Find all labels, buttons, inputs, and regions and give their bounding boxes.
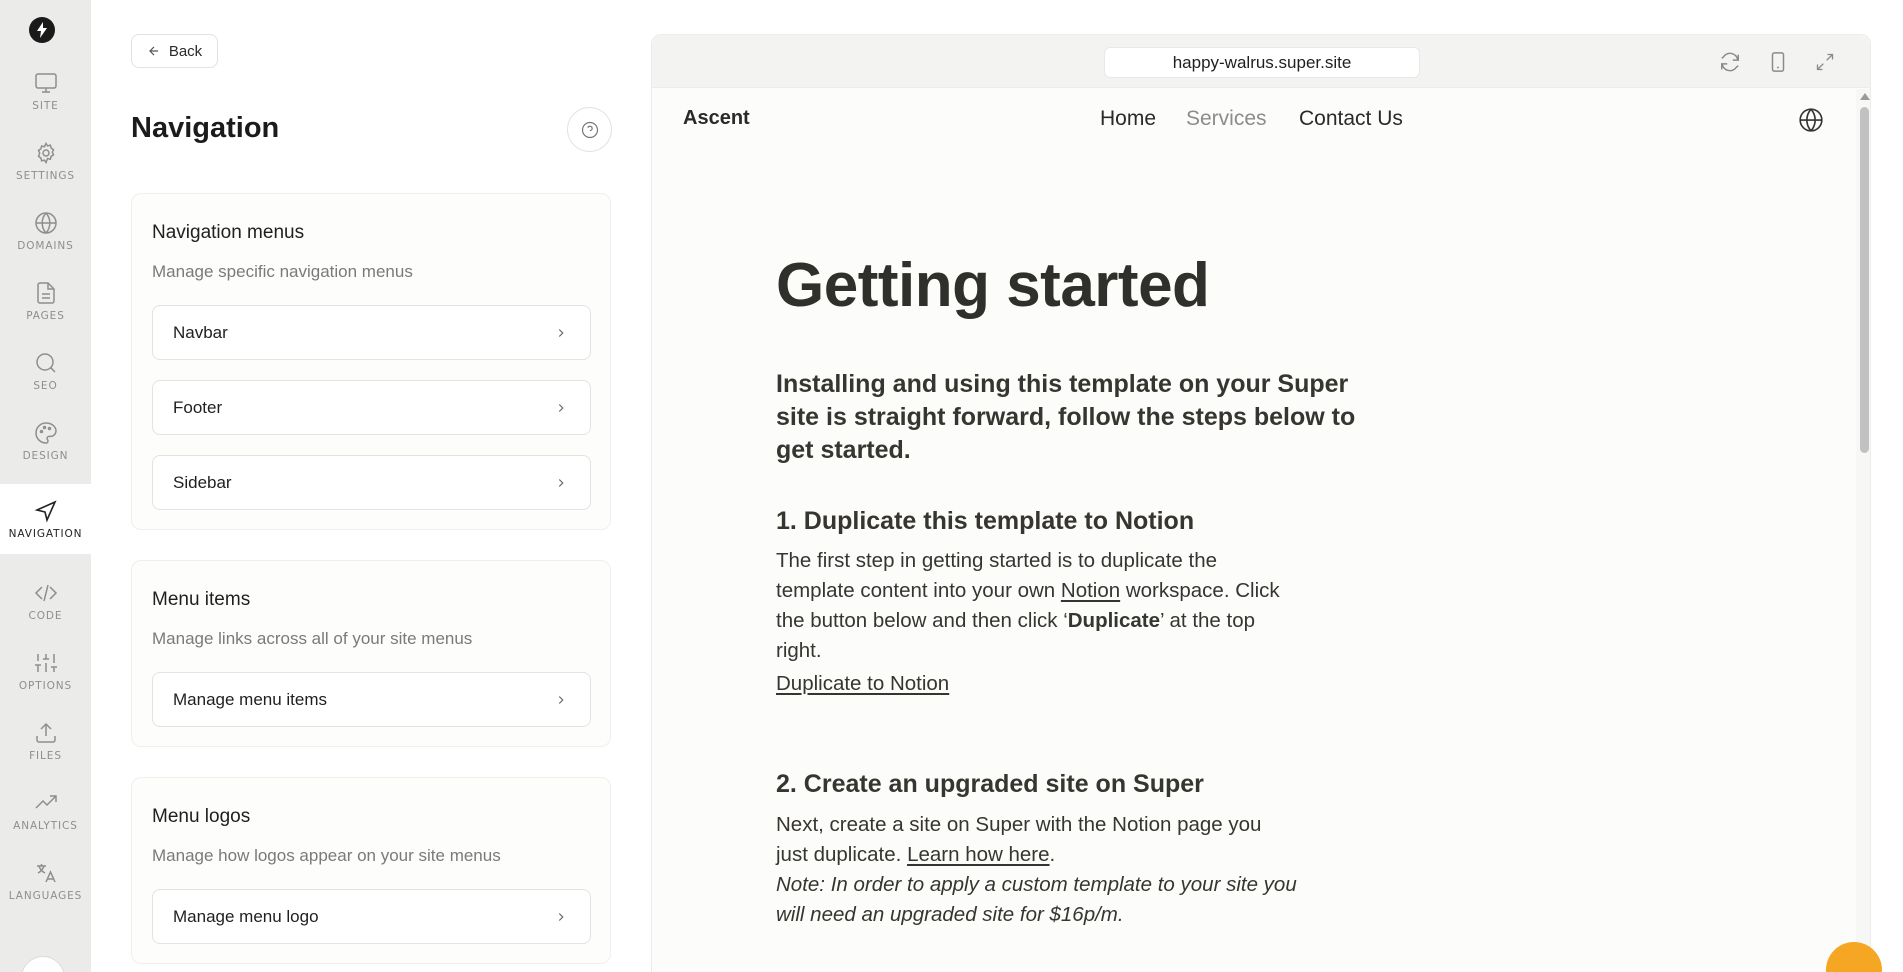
- row-label: Manage menu items: [173, 689, 328, 709]
- rail-item-site[interactable]: SITE: [0, 56, 91, 126]
- globe-icon: [34, 211, 57, 234]
- rail-item-label: ANALYTICS: [13, 819, 78, 832]
- back-button[interactable]: Back: [131, 34, 218, 68]
- nav-link-services[interactable]: Services: [1186, 107, 1267, 131]
- rail-item-options[interactable]: OPTIONS: [0, 636, 91, 706]
- rail-item-label: SITE: [32, 99, 59, 112]
- send-icon: [34, 499, 57, 522]
- card-subtitle: Manage links across all of your site men…: [152, 629, 473, 648]
- nav-link-contact[interactable]: Contact Us: [1299, 107, 1403, 131]
- refresh-icon[interactable]: [1718, 50, 1742, 74]
- rail-item-label: LANGUAGES: [8, 889, 83, 902]
- rail-item-code[interactable]: CODE: [0, 566, 91, 636]
- code-icon: [34, 584, 57, 601]
- language-globe-icon[interactable]: [1798, 107, 1824, 133]
- site-navbar: Ascent Home Services Contact Us: [652, 88, 1852, 158]
- back-label: Back: [168, 42, 203, 60]
- card-subtitle: Manage specific navigation menus: [152, 262, 413, 281]
- rail-item-domains[interactable]: DOMAINS: [0, 196, 91, 266]
- card-title: Navigation menus: [152, 222, 305, 243]
- arrow-left-icon: [148, 46, 158, 56]
- text-run: .: [1049, 843, 1056, 866]
- rail-item-label: CODE: [28, 609, 63, 622]
- navigation-panel: Back Navigation Navigation menus Manage …: [91, 0, 651, 972]
- rail-item-files[interactable]: FILES: [0, 706, 91, 776]
- scroll-up-arrow-icon[interactable]: [1860, 93, 1870, 100]
- manage-menu-items-row[interactable]: Manage menu items: [152, 672, 591, 727]
- rail-item-seo[interactable]: SEO: [0, 336, 91, 406]
- rail-item-settings[interactable]: SETTINGS: [0, 126, 91, 196]
- row-label: Manage menu logo: [173, 906, 319, 926]
- help-circle-icon: [581, 121, 598, 138]
- navbar-row[interactable]: Navbar: [152, 305, 591, 360]
- preview-toolbar: happy-walrus.super.site: [652, 35, 1870, 88]
- duplicate-to-notion-link[interactable]: Duplicate to Notion: [776, 672, 949, 695]
- rail-item-label: SEO: [33, 379, 58, 392]
- text-run-bold: Duplicate: [1067, 609, 1161, 632]
- card-subtitle: Manage how logos appear on your site men…: [152, 846, 501, 865]
- preview-scrollbar[interactable]: [1856, 89, 1870, 972]
- rail-item-label: SETTINGS: [16, 169, 75, 182]
- card-title: Menu logos: [152, 806, 251, 827]
- step-1-heading: 1. Duplicate this template to Notion: [776, 507, 1195, 535]
- footer-row[interactable]: Footer: [152, 380, 591, 435]
- expand-icon[interactable]: [1813, 50, 1837, 74]
- icon-rail: SITE SETTINGS DOMAINS PAGES SEO DESIGN N…: [0, 0, 91, 972]
- rail-item-pages[interactable]: PAGES: [0, 266, 91, 336]
- rail-item-label: DOMAINS: [17, 239, 74, 252]
- rail-item-design[interactable]: DESIGN: [0, 406, 91, 476]
- help-button[interactable]: [567, 107, 612, 152]
- rail-item-label: NAVIGATION: [8, 527, 83, 540]
- row-label: Footer: [173, 397, 223, 417]
- preview-url[interactable]: happy-walrus.super.site: [1104, 47, 1420, 78]
- rail-item-label: PAGES: [26, 309, 65, 322]
- nav-link-home[interactable]: Home: [1100, 107, 1156, 131]
- page-heading: Getting started: [776, 251, 1210, 320]
- scroll-thumb[interactable]: [1860, 107, 1869, 453]
- rail-item-label: FILES: [29, 749, 62, 762]
- chevron-right-icon: [554, 326, 568, 340]
- mobile-icon[interactable]: [1766, 50, 1790, 74]
- search-icon: [35, 352, 56, 373]
- rail-item-navigation[interactable]: NAVIGATION: [0, 484, 91, 554]
- site-preview: happy-walrus.super.site Ascent Home Serv…: [651, 34, 1871, 972]
- gear-icon: [37, 141, 54, 164]
- upload-icon: [35, 722, 56, 743]
- cta-paragraph: Duplicate to Notion: [776, 669, 1296, 699]
- chevron-right-icon: [554, 910, 568, 924]
- palette-icon: [34, 421, 57, 444]
- lead-paragraph: Installing and using this template on yo…: [776, 370, 1356, 464]
- row-label: Navbar: [173, 322, 228, 342]
- chevron-right-icon: [554, 401, 568, 415]
- menu-items-card: Menu items Manage links across all of yo…: [131, 560, 611, 747]
- sidebar-row[interactable]: Sidebar: [152, 455, 591, 510]
- rail-item-analytics[interactable]: ANALYTICS: [0, 776, 91, 846]
- row-label: Sidebar: [173, 472, 232, 492]
- note-paragraph: Note: In order to apply a custom templat…: [776, 873, 1297, 926]
- step-1-paragraph: The first step in getting started is to …: [776, 546, 1296, 666]
- menu-logos-card: Menu logos Manage how logos appear on yo…: [131, 777, 611, 964]
- translate-icon: [36, 863, 56, 882]
- chevron-right-icon: [554, 476, 568, 490]
- card-title: Menu items: [152, 589, 251, 610]
- monitor-icon: [34, 72, 57, 93]
- step-2-heading: 2. Create an upgraded site on Super: [776, 770, 1204, 798]
- learn-how-link[interactable]: Learn how here: [907, 843, 1049, 866]
- site-logo[interactable]: Ascent: [683, 107, 750, 130]
- chevron-right-icon: [554, 693, 568, 707]
- user-avatar[interactable]: [21, 956, 65, 972]
- page-title: Navigation: [131, 112, 280, 144]
- rail-item-languages[interactable]: LANGUAGES: [0, 846, 91, 916]
- rail-item-label: OPTIONS: [18, 679, 73, 692]
- file-icon: [36, 281, 55, 304]
- manage-menu-logo-row[interactable]: Manage menu logo: [152, 889, 591, 944]
- notion-link[interactable]: Notion: [1061, 579, 1120, 602]
- rail-item-label: DESIGN: [22, 449, 69, 462]
- super-logo-icon[interactable]: [29, 17, 55, 43]
- sliders-icon: [34, 653, 57, 672]
- navigation-menus-card: Navigation menus Manage specific navigat…: [131, 193, 611, 530]
- trending-icon: [34, 794, 57, 809]
- step-2-paragraph: Next, create a site on Super with the No…: [776, 810, 1296, 870]
